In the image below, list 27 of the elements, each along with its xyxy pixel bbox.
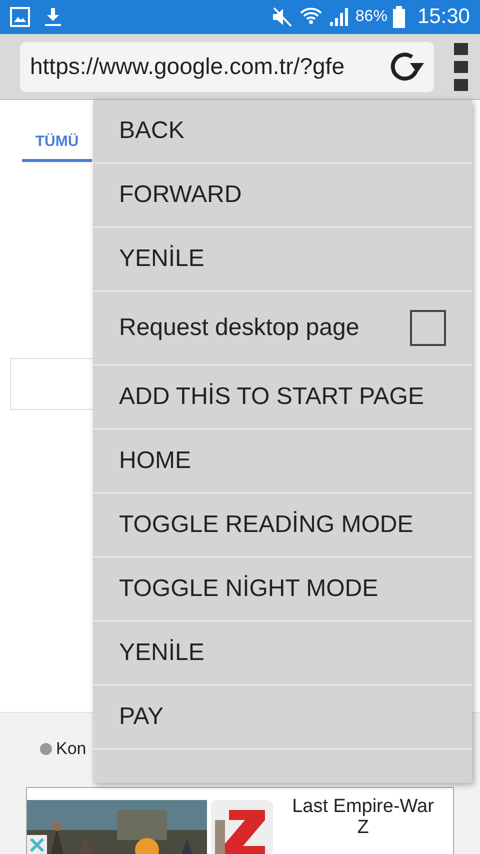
reload-icon[interactable] [388, 50, 424, 82]
menu-item[interactable]: PAY [93, 686, 472, 750]
battery-percent: 86% [355, 8, 388, 26]
gallery-icon [10, 7, 30, 27]
menu-item[interactable]: TOGGLE NİGHT MODE [93, 558, 472, 622]
menu-item[interactable]: TOGGLE READİNG MODE [93, 494, 472, 558]
menu-icon[interactable] [454, 42, 468, 90]
address-field[interactable]: https://www.google.com.tr/?gfe [20, 42, 434, 92]
menu-item-label: Request desktop page [119, 314, 360, 342]
menu-item[interactable]: Request desktop page [93, 292, 472, 366]
menu-item[interactable]: YENİLE [93, 228, 472, 292]
ad-banner[interactable]: Last Empire-War Z [26, 787, 454, 854]
ad-title: Last Empire-War Z [291, 795, 435, 838]
menu-item[interactable]: YENİLE [93, 622, 472, 686]
app-icon [211, 800, 273, 854]
menu-item[interactable]: ADD THİS TO START PAGE [93, 366, 472, 430]
battery-icon [393, 6, 406, 28]
menu-item[interactable]: BACK [93, 100, 472, 164]
mute-icon [271, 7, 294, 27]
menu-item[interactable]: FORWARD [93, 164, 472, 228]
location-dot [40, 743, 52, 755]
location-text: Kon [56, 739, 86, 759]
checkbox[interactable] [410, 310, 446, 346]
clock: 15:30 [417, 5, 470, 29]
download-icon [44, 7, 62, 27]
menu-item[interactable]: HOME [93, 430, 472, 494]
signal-icon [329, 7, 350, 27]
